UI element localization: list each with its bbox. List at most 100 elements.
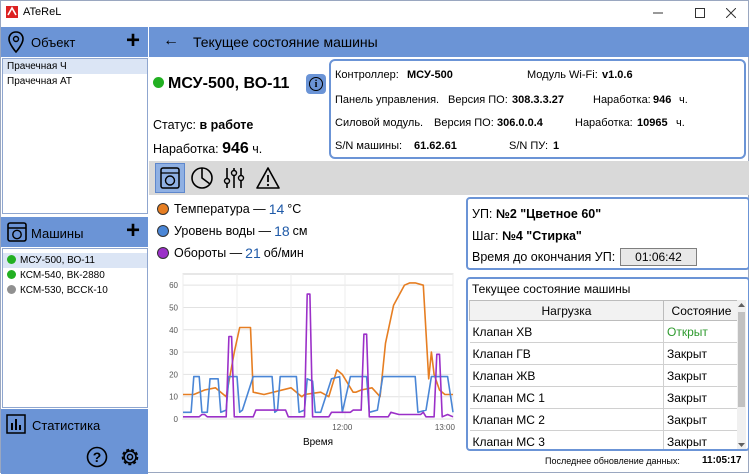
maximize-icon (695, 8, 705, 18)
power-hours-label: Наработка: (575, 117, 633, 129)
object-item-label: Прачечная АТ (7, 76, 73, 87)
load-state-panel: Текущее состояние машины Нагрузка Состоя… (466, 277, 749, 451)
wifi-module-value: v1.0.6 (602, 69, 633, 81)
sensor-chart: 0 10 20 30 40 50 60 12:00 13:00 Время (169, 273, 456, 448)
legend-value: 18 (274, 223, 290, 239)
status-dot (7, 270, 16, 279)
view-tabs (149, 161, 749, 195)
machine-item[interactable]: КСМ-540, ВК-2880 (3, 268, 147, 283)
machine-item[interactable]: МСУ-500, ВО-11 (3, 253, 147, 268)
machines-list: МСУ-500, ВО-11 КСМ-540, ВК-2880 КСМ-530,… (2, 248, 148, 408)
y-tick-label: 50 (169, 303, 178, 312)
legend-temperature: Температура — 14 °C (157, 201, 301, 217)
machine-item-label: МСУ-500, ВО-11 (20, 255, 95, 266)
status-dot (7, 285, 16, 294)
y-tick-label: 0 (174, 415, 179, 424)
table-row[interactable]: Клапан ЖВ Закрыт (469, 364, 740, 387)
machines-header: Машины + (1, 217, 148, 247)
legend-label: Обороты — (174, 246, 243, 260)
status-dot (7, 255, 16, 264)
tab-statistics[interactable] (187, 163, 217, 193)
power-fw-label: Версия ПО: (434, 117, 494, 129)
legend-label: Температура — (174, 202, 266, 216)
machines-header-label: Машины (31, 226, 84, 241)
scroll-up-icon[interactable] (738, 302, 745, 308)
hours-label: Наработка: (153, 142, 219, 156)
legend-swatch (157, 225, 169, 237)
tab-alerts[interactable] (253, 163, 283, 193)
minimize-button[interactable] (640, 1, 676, 25)
machine-item-label: КСМ-540, ВК-2880 (20, 270, 105, 281)
step-row: Шаг: №4 "Стирка" (472, 229, 582, 243)
legend-rpm: Обороты — 21 об/мин (157, 245, 304, 261)
location-pin-icon (8, 31, 24, 53)
program-value: №2 "Цветное 60" (495, 207, 602, 221)
sn-panel-label: S/N ПУ: (509, 140, 549, 152)
table-scrollbar[interactable] (737, 300, 746, 449)
column-header-load[interactable]: Нагрузка (469, 300, 664, 321)
add-object-button[interactable]: + (126, 29, 140, 53)
sidebar-footer: Статистика ? (1, 409, 148, 474)
object-item[interactable]: Прачечная Ч (3, 59, 147, 74)
tab-machine-state[interactable] (155, 163, 185, 193)
table-row[interactable]: Клапан ХВ Открыт (469, 320, 740, 343)
machine-name: МСУ-500, ВО-11 (168, 75, 290, 92)
statistics-label: Статистика (32, 418, 101, 433)
last-update: Последнее обновление данных: 11:05:17 (545, 455, 741, 466)
pie-chart-icon (191, 167, 213, 189)
time-left-value: 01:06:42 (620, 248, 697, 266)
hours-unit: ч. (252, 142, 263, 156)
object-item[interactable]: Прачечная АТ (3, 74, 147, 89)
panel-hours-unit: ч. (679, 94, 688, 106)
x-axis-label: Время (303, 437, 333, 448)
tab-settings[interactable] (219, 163, 249, 193)
help-icon[interactable]: ? (86, 446, 108, 468)
scrollbar-thumb[interactable] (738, 312, 745, 407)
app-window: ATeReL Объект + Прачечная Ч Прачечная АТ… (0, 0, 749, 474)
legend-value: 14 (268, 201, 285, 217)
machine-hours: Наработка: 946 ч. (153, 140, 262, 158)
close-button[interactable] (713, 1, 749, 25)
legend-water-level: Уровень воды — 18 см (157, 223, 307, 239)
controller-value: МСУ-500 (407, 69, 453, 81)
load-state: Закрыт (663, 408, 740, 431)
program-row: УП: №2 "Цветное 60" (472, 207, 601, 221)
gear-icon[interactable] (118, 445, 142, 469)
table-row[interactable]: Клапан ГВ Закрыт (469, 342, 740, 365)
y-tick-label: 40 (169, 326, 178, 335)
table-row[interactable]: Клапан МС 2 Закрыт (469, 408, 740, 431)
program-label: УП: (472, 207, 493, 221)
table-row[interactable]: Клапан МС 3 Закрыт (469, 430, 740, 449)
y-tick-label: 60 (169, 281, 178, 290)
page-title: Текущее состояние машины (193, 34, 378, 50)
legend-unit: °C (287, 202, 302, 216)
table-row[interactable]: Клапан МС 1 Закрыт (469, 386, 740, 409)
power-hours-value: 10965 (637, 117, 668, 129)
load-name: Клапан МС 1 (469, 386, 664, 409)
title-bar: ATeReL (1, 1, 748, 25)
machine-item[interactable]: КСМ-530, ВССК-10 (3, 283, 147, 298)
scroll-down-icon[interactable] (738, 442, 745, 448)
plot-area (182, 273, 454, 420)
info-button[interactable]: i (306, 74, 326, 94)
time-row: Время до окончания УП: (472, 250, 615, 264)
bar-chart-icon (6, 414, 26, 434)
back-arrow-icon[interactable]: ← (163, 32, 179, 50)
sn-machine-value: 61.62.61 (414, 140, 457, 152)
controller-label: Контроллер: (335, 69, 399, 81)
svg-text:?: ? (93, 449, 102, 465)
x-tick-label: 13:00 (435, 423, 456, 432)
washer-icon (160, 167, 180, 189)
state-panel-title: Текущее состояние машины (472, 282, 631, 296)
washing-machine-icon (7, 222, 27, 242)
status-value: в работе (199, 118, 254, 132)
wifi-module-label: Модуль Wi-Fi: (527, 69, 598, 81)
last-update-time: 11:05:17 (702, 455, 742, 466)
machine-item-label: КСМ-530, ВССК-10 (20, 285, 108, 296)
column-header-state[interactable]: Состояние (663, 300, 740, 321)
status-label: Статус: (153, 118, 196, 132)
load-state: Закрыт (663, 364, 740, 387)
add-machine-button[interactable]: + (126, 219, 140, 243)
load-name: Клапан ГВ (469, 342, 664, 365)
statistics-button[interactable]: Статистика (1, 409, 148, 439)
